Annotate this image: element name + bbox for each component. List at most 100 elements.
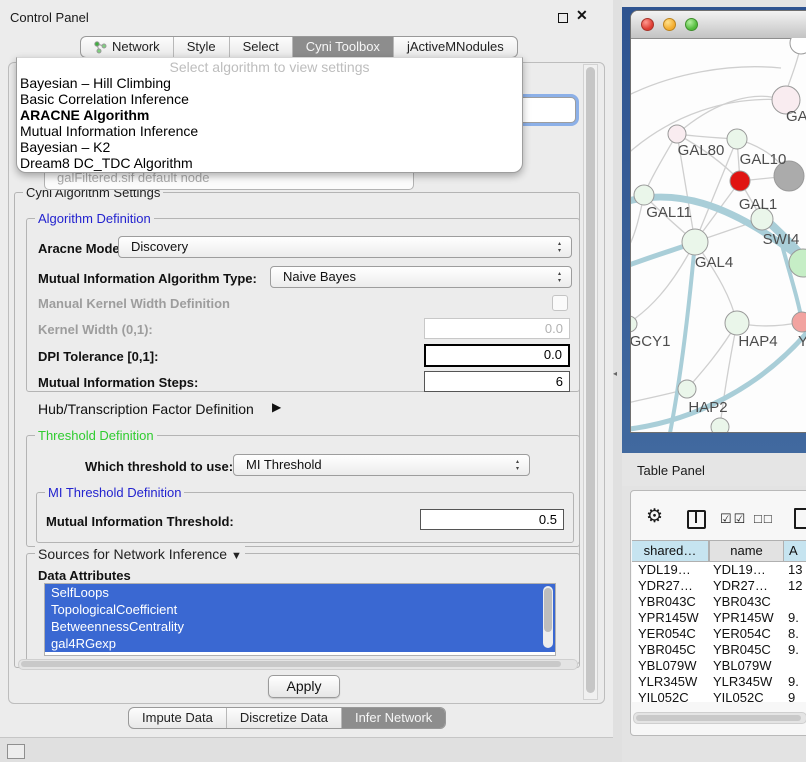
tab-style[interactable]: Style	[173, 37, 229, 57]
table-panel-titlebar: Table Panel	[622, 453, 806, 486]
column-header-name[interactable]: name	[709, 540, 784, 562]
table-row[interactable]: YBR045CYBR045C9.	[632, 642, 806, 658]
select-all-checks-icon[interactable]: ☑☑	[720, 511, 747, 527]
dpi-tolerance-label: DPI Tolerance [0,1]:	[38, 349, 158, 364]
mi-type-combo[interactable]: Naive Bayes ▴▾	[270, 266, 572, 288]
algorithm-dropdown-popup: Select algorithm to view settings Bayesi…	[16, 57, 523, 173]
list-scrollbar[interactable]	[543, 586, 553, 648]
node[interactable]	[711, 418, 729, 433]
split-pane-gutter[interactable]	[613, 0, 622, 762]
table-row[interactable]: YDR27…YDR27…12	[632, 578, 806, 594]
sources-group-title[interactable]: Sources for Network Inference ▼	[35, 546, 245, 562]
node-label: SWI4	[763, 231, 800, 248]
dropdown-item-selected[interactable]: ARACNE Algorithm	[17, 107, 522, 123]
kernel-width-field[interactable]: 0.0	[424, 318, 570, 339]
table-row[interactable]: YDL19…YDL19…13	[632, 562, 806, 578]
list-item[interactable]: TopologicalCoefficient	[45, 601, 555, 618]
table-row[interactable]: YIL052CYIL052C9	[632, 690, 806, 702]
dropdown-item[interactable]: Dream8 DC_TDC Algorithm	[17, 155, 522, 171]
node-label: HAP4	[738, 333, 777, 350]
aracne-mode-label: Aracne Mode:	[38, 241, 124, 256]
table-row[interactable]: YBR043CYBR043C	[632, 594, 806, 610]
hub-section-label[interactable]: Hub/Transcription Factor Definition	[38, 401, 254, 417]
deselect-all-checks-icon[interactable]: □□	[754, 511, 774, 526]
which-threshold-label: Which threshold to use:	[85, 459, 233, 474]
network-window-titlebar[interactable]	[631, 11, 806, 39]
table-row[interactable]: YBL079WYBL079W	[632, 658, 806, 674]
node-label: GAL10	[740, 151, 787, 168]
list-item[interactable]: BetweennessCentrality	[45, 618, 555, 635]
maximize-window-icon[interactable]	[685, 18, 698, 31]
table-rows: YDL19…YDL19…13 YDR27…YDR27…12 YBR043CYBR…	[632, 562, 806, 702]
table-row[interactable]: YPR145WYPR145W9.	[632, 610, 806, 626]
list-item[interactable]: gal4RGexp	[45, 635, 555, 652]
mi-threshold-title: MI Threshold Definition	[45, 485, 184, 500]
gear-icon[interactable]: ⚙	[646, 505, 663, 528]
dropdown-item[interactable]: Mutual Information Inference	[17, 123, 522, 139]
apply-button[interactable]: Apply	[268, 675, 340, 698]
dropdown-item[interactable]: Bayesian – Hill Climbing	[17, 75, 522, 91]
table-row[interactable]: YER054CYER054C8.	[632, 626, 806, 642]
node-hap2[interactable]	[678, 380, 696, 398]
network-canvas[interactable]: GAL GAL80 GAL10 GAL1 GAL11 SWI4 GAL4 GCY…	[631, 38, 806, 433]
bottom-dock-strip	[0, 737, 622, 762]
tab-impute-data[interactable]: Impute Data	[129, 708, 226, 728]
tab-select[interactable]: Select	[229, 37, 292, 57]
network-icon	[94, 41, 107, 54]
which-threshold-value: MI Threshold	[246, 457, 322, 472]
collapse-left-icon[interactable]: ◂	[613, 369, 617, 378]
column-header-shared-name[interactable]: shared…	[632, 540, 709, 562]
table-panel-card: ⚙ ☑☑ □□ shared… name A YDL19…YDL19…13 YD…	[630, 490, 806, 736]
tab-jactivemnodules[interactable]: jActiveMNodules	[393, 37, 517, 57]
table-hscrollbar[interactable]	[633, 712, 806, 724]
bottom-tabs: Impute Data Discretize Data Infer Networ…	[128, 707, 446, 729]
tab-discretize-data[interactable]: Discretize Data	[226, 708, 341, 728]
expand-right-icon[interactable]: ▶	[272, 400, 281, 414]
node-label: Y	[798, 333, 806, 350]
mi-threshold-field[interactable]: 0.5	[420, 509, 564, 530]
dropdown-item[interactable]: Basic Correlation Inference	[17, 91, 522, 107]
mi-threshold-label: Mutual Information Threshold:	[46, 514, 234, 529]
data-attributes-label: Data Attributes	[38, 568, 131, 583]
control-panel-tabs: Network Style Select Cyni Toolbox jActiv…	[80, 36, 518, 58]
node[interactable]	[790, 38, 806, 54]
mi-steps-field[interactable]: 6	[424, 371, 570, 392]
node-gal80[interactable]	[668, 125, 686, 143]
mi-type-value: Naive Bayes	[283, 269, 356, 284]
node-gal4[interactable]	[682, 229, 708, 255]
node-salmon[interactable]	[792, 312, 806, 332]
dock-icon[interactable]	[7, 744, 25, 759]
dpi-tolerance-field[interactable]: 0.0	[424, 344, 570, 367]
spinner-icon: ▴▾	[555, 271, 564, 285]
manual-kernel-label: Manual Kernel Width Definition	[38, 296, 230, 311]
tab-impute-data-label: Impute Data	[142, 708, 213, 728]
node-gal10[interactable]	[727, 129, 747, 149]
list-item[interactable]: SelfLoops	[45, 584, 555, 601]
which-threshold-combo[interactable]: MI Threshold ▴▾	[233, 454, 530, 476]
node-hap4[interactable]	[725, 311, 749, 335]
control-panel-title: Control Panel	[10, 10, 89, 25]
node-gal11[interactable]	[634, 185, 654, 205]
settings-vscrollbar[interactable]	[583, 64, 598, 700]
manual-kernel-checkbox[interactable]	[552, 295, 568, 311]
settings-hscrollbar[interactable]	[18, 659, 578, 670]
split-columns-icon[interactable]	[687, 510, 706, 529]
column-header-partial[interactable]: A	[784, 540, 806, 562]
minimize-window-icon[interactable]	[663, 18, 676, 31]
tab-infer-network[interactable]: Infer Network	[341, 708, 445, 728]
tab-network[interactable]: Network	[81, 37, 173, 57]
float-window-icon[interactable]	[558, 13, 568, 23]
network-window[interactable]: GAL GAL80 GAL10 GAL1 GAL11 SWI4 GAL4 GCY…	[630, 10, 806, 433]
document-icon[interactable]	[794, 508, 806, 529]
table-header: shared… name A	[632, 540, 806, 562]
aracne-mode-combo[interactable]: Discovery ▴▾	[118, 236, 572, 258]
table-row[interactable]: YLR345WYLR345W9.	[632, 674, 806, 690]
tab-discretize-data-label: Discretize Data	[240, 708, 328, 728]
node-label: GAL1	[739, 196, 777, 213]
node-gal1[interactable]	[730, 171, 750, 191]
data-attributes-list: SelfLoops TopologicalCoefficient Between…	[44, 583, 556, 656]
close-icon[interactable]: ✕	[576, 7, 588, 24]
close-window-icon[interactable]	[641, 18, 654, 31]
dropdown-item[interactable]: Bayesian – K2	[17, 139, 522, 155]
tab-cyni-toolbox[interactable]: Cyni Toolbox	[292, 37, 393, 57]
